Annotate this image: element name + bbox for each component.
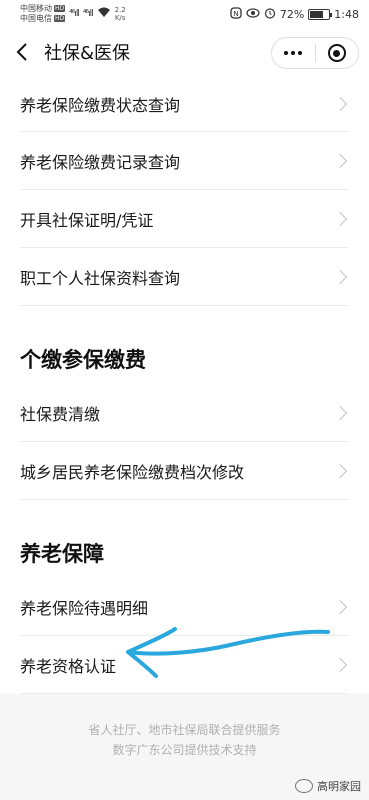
page-title: 社保&医保 (44, 43, 131, 64)
list-item-payment-tier-change[interactable]: 城乡居民养老保险缴费档次修改 (20, 442, 349, 500)
list-item-pension-qualification[interactable]: 养老资格认证 (20, 636, 349, 694)
clock-time: 1:48 (334, 7, 359, 21)
chevron-right-icon (332, 657, 348, 672)
carrier-1: 中国移动 HD (20, 4, 66, 13)
network-speed: 2.2 K/s (114, 6, 126, 22)
hd-badge: HD (54, 5, 66, 12)
carrier-2: 中国电信 HD (20, 14, 66, 23)
chevron-right-icon (332, 269, 348, 284)
chevron-right-icon (332, 599, 348, 614)
list-item-social-security-certificate[interactable]: 开具社保证明/凭证 (20, 190, 349, 248)
list-item-social-security-settlement[interactable]: 社保费清缴 (20, 384, 349, 442)
battery-icon (308, 8, 333, 20)
more-button[interactable] (272, 38, 315, 68)
status-left: 中国移动 HD 中国电信 HD ⁴⁶ıll ⁴⁶ıll 2.2 K/s (20, 4, 126, 24)
wifi-icon (97, 7, 111, 21)
section-title-individual-payment: 个缴参保缴费 (20, 348, 146, 372)
battery-percent: 72% (279, 7, 305, 21)
status-right: N 72% 1:48 (230, 6, 359, 22)
eye-icon (246, 7, 260, 21)
footer-line-2: 数字广东公司提供技术支持 (112, 743, 257, 757)
alarm-icon (264, 7, 276, 22)
list-item-label: 社保费清缴 (20, 404, 101, 424)
list-item-label: 职工个人社保资料查询 (20, 268, 181, 288)
chevron-right-icon (332, 405, 348, 420)
chevron-right-icon (332, 153, 348, 168)
chevron-right-icon (332, 463, 348, 478)
nfc-icon: N (230, 6, 242, 22)
signal-icon: ⁴⁶ıll (69, 9, 80, 19)
wechat-icon (295, 779, 313, 793)
list-item-pension-payment-records[interactable]: 养老保险缴费记录查询 (20, 132, 349, 190)
list-item-label: 开具社保证明/凭证 (20, 210, 154, 230)
list-item-label: 养老资格认证 (20, 656, 117, 676)
battery-level (310, 10, 324, 18)
list-item-employee-records[interactable]: 职工个人社保资料查询 (20, 248, 349, 306)
chevron-right-icon (332, 96, 348, 111)
nav-bar: 社保&医保 (0, 28, 369, 76)
carrier-info: 中国移动 HD 中国电信 HD (20, 4, 66, 24)
close-miniprogram-button[interactable] (316, 38, 359, 68)
back-arrow-icon[interactable] (12, 42, 32, 62)
miniprogram-capsule (271, 37, 359, 69)
watermark-text: 高明家园 (317, 780, 361, 793)
close-target-icon (327, 44, 346, 62)
list-item-label: 城乡居民养老保险缴费档次修改 (20, 462, 245, 482)
list-item-label: 养老保险缴费记录查询 (20, 152, 181, 172)
watermark: 高明家园 (295, 778, 361, 794)
footer: 省人社厅、地市社保局联合提供服务 数字广东公司提供技术支持 (0, 720, 369, 760)
list-item-pension-benefit-details[interactable]: 养老保险待遇明细 (20, 578, 349, 636)
footer-line-1: 省人社厅、地市社保局联合提供服务 (88, 723, 281, 737)
list-item-label: 养老保险待遇明细 (20, 598, 149, 618)
chevron-right-icon (332, 211, 348, 226)
status-bar: 中国移动 HD 中国电信 HD ⁴⁶ıll ⁴⁶ıll 2.2 K/s N 72% … (0, 0, 369, 28)
svg-text:N: N (233, 10, 238, 18)
list-item-label: 养老保险缴费状态查询 (20, 95, 181, 115)
signal-icon: ⁴⁶ıll (82, 9, 94, 19)
menu-content: 养老保险缴费状态查询 养老保险缴费记录查询 开具社保证明/凭证 职工个人社保资料… (0, 76, 369, 694)
section-title-pension-security: 养老保障 (20, 542, 104, 566)
more-dots-icon (284, 51, 303, 55)
hd-badge: HD (54, 15, 66, 22)
list-item-pension-payment-status[interactable]: 养老保险缴费状态查询 (20, 76, 349, 132)
